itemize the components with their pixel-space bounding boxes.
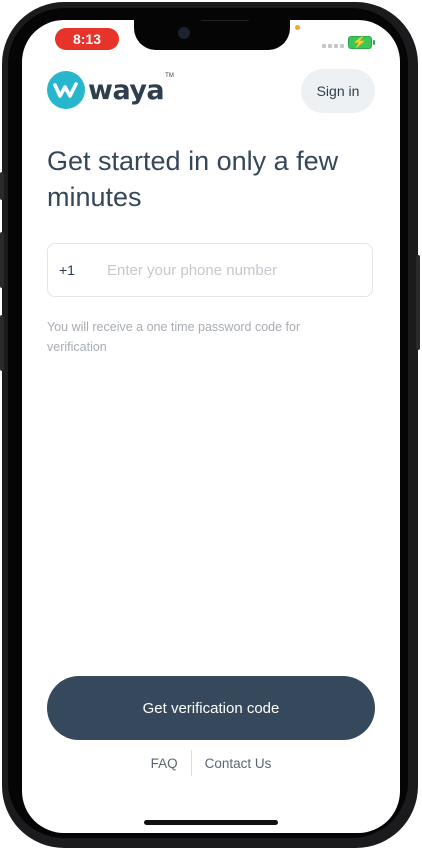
faq-link[interactable]: FAQ <box>138 756 191 771</box>
mute-switch <box>0 172 4 200</box>
footer-links: FAQ Contact Us <box>22 750 400 776</box>
volume-down-button <box>0 315 4 371</box>
phone-number-field[interactable]: +1 <box>47 243 373 297</box>
contact-us-link[interactable]: Contact Us <box>192 756 285 771</box>
waya-logo-icon <box>47 71 85 109</box>
notch <box>134 20 290 50</box>
volume-up-button <box>0 232 4 288</box>
sign-in-button[interactable]: Sign in <box>301 69 375 113</box>
power-button <box>416 255 420 350</box>
page-title: Get started in only a few minutes <box>47 146 339 212</box>
signal-icon <box>322 44 344 48</box>
battery-nub <box>373 40 375 45</box>
country-code[interactable]: +1 <box>59 262 105 278</box>
camera-icon <box>178 27 190 39</box>
speaker <box>200 20 250 21</box>
helper-text: You will receive a one time password cod… <box>47 320 301 354</box>
phone-number-input[interactable] <box>105 260 359 280</box>
battery-icon: ⚡ <box>348 35 372 49</box>
mic-indicator-dot <box>295 25 300 30</box>
logo-trademark: TM <box>165 73 174 79</box>
logo-text: waya <box>88 74 165 106</box>
home-indicator[interactable] <box>144 820 278 825</box>
screen: 8:13 ⚡ waya TM Sign in Get started in on… <box>22 20 400 833</box>
status-time: 8:13 <box>55 28 119 50</box>
waya-logo: waya TM <box>47 71 174 109</box>
get-verification-code-button[interactable]: Get verification code <box>47 676 375 740</box>
